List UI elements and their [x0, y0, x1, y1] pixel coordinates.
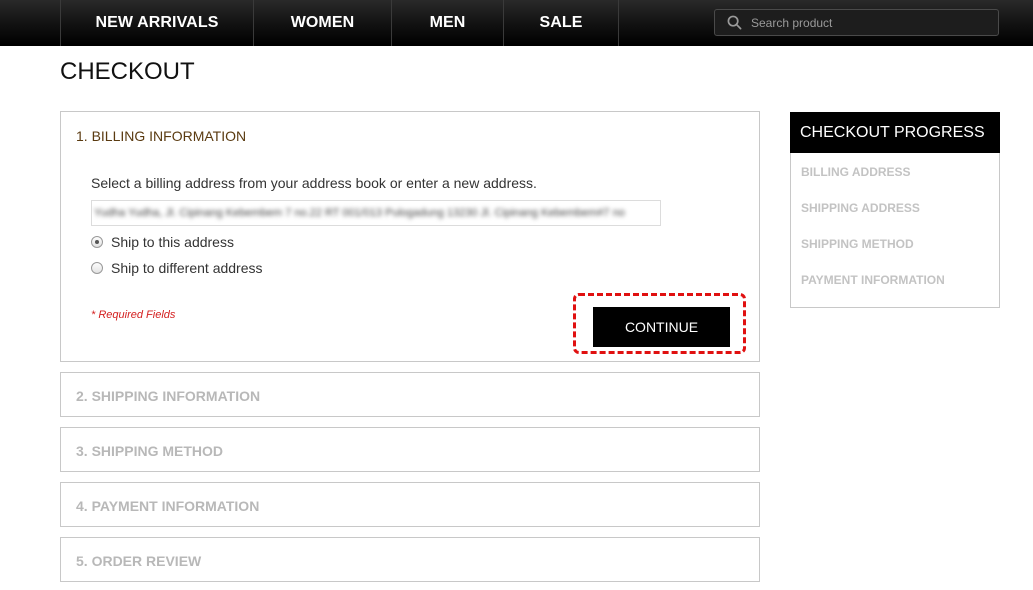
- page-title: CHECKOUT: [60, 58, 195, 85]
- ship-to-this-address-option[interactable]: Ship to this address: [91, 234, 234, 250]
- search-input[interactable]: [751, 15, 981, 30]
- payment-information-heading: 4. PAYMENT INFORMATION: [76, 498, 260, 514]
- shipping-information-heading: 2. SHIPPING INFORMATION: [76, 388, 261, 404]
- billing-address-select[interactable]: Yudha Yudha, Jl. Cipinang Kebembem 7 no.…: [91, 200, 661, 226]
- progress-item-payment-information: PAYMENT INFORMATION: [801, 273, 945, 287]
- nav-item-men[interactable]: MEN: [391, 0, 503, 46]
- ship-to-this-address-radio[interactable]: [91, 236, 103, 248]
- shipping-method-section[interactable]: 3. SHIPPING METHOD: [60, 427, 760, 472]
- ship-to-different-address-option[interactable]: Ship to different address: [91, 260, 263, 276]
- shipping-method-heading: 3. SHIPPING METHOD: [76, 443, 224, 459]
- search-icon[interactable]: [727, 15, 742, 30]
- search-box[interactable]: [714, 9, 999, 36]
- main-nav: NEW ARRIVALS WOMEN MEN SALE: [60, 0, 619, 46]
- payment-information-section[interactable]: 4. PAYMENT INFORMATION: [60, 482, 760, 527]
- progress-item-shipping-address: SHIPPING ADDRESS: [801, 201, 920, 215]
- checkout-progress-panel: CHECKOUT PROGRESS BILLING ADDRESS SHIPPI…: [790, 112, 1000, 308]
- order-review-section[interactable]: 5. ORDER REVIEW: [60, 537, 760, 582]
- billing-information-heading: 1. BILLING INFORMATION: [76, 128, 247, 144]
- checkout-progress-title: CHECKOUT PROGRESS: [790, 112, 1000, 153]
- progress-item-billing-address: BILLING ADDRESS: [801, 165, 911, 179]
- billing-address-value: Yudha Yudha, Jl. Cipinang Kebembem 7 no.…: [94, 207, 625, 219]
- billing-information-section: 1. BILLING INFORMATION Select a billing …: [60, 111, 760, 362]
- nav-item-women[interactable]: WOMEN: [253, 0, 391, 46]
- ship-to-this-address-label: Ship to this address: [111, 234, 234, 250]
- ship-to-different-address-radio[interactable]: [91, 262, 103, 274]
- nav-item-new-arrivals[interactable]: NEW ARRIVALS: [60, 0, 253, 46]
- nav-item-sale[interactable]: SALE: [503, 0, 619, 46]
- progress-item-shipping-method: SHIPPING METHOD: [801, 237, 914, 251]
- billing-instruction: Select a billing address from your addre…: [91, 175, 537, 191]
- required-fields-note: * Required Fields: [91, 309, 176, 321]
- order-review-heading: 5. ORDER REVIEW: [76, 553, 202, 569]
- top-navigation-bar: NEW ARRIVALS WOMEN MEN SALE: [0, 0, 1033, 46]
- continue-button[interactable]: CONTINUE: [593, 307, 730, 347]
- shipping-information-section[interactable]: 2. SHIPPING INFORMATION: [60, 372, 760, 417]
- ship-to-different-address-label: Ship to different address: [111, 260, 263, 276]
